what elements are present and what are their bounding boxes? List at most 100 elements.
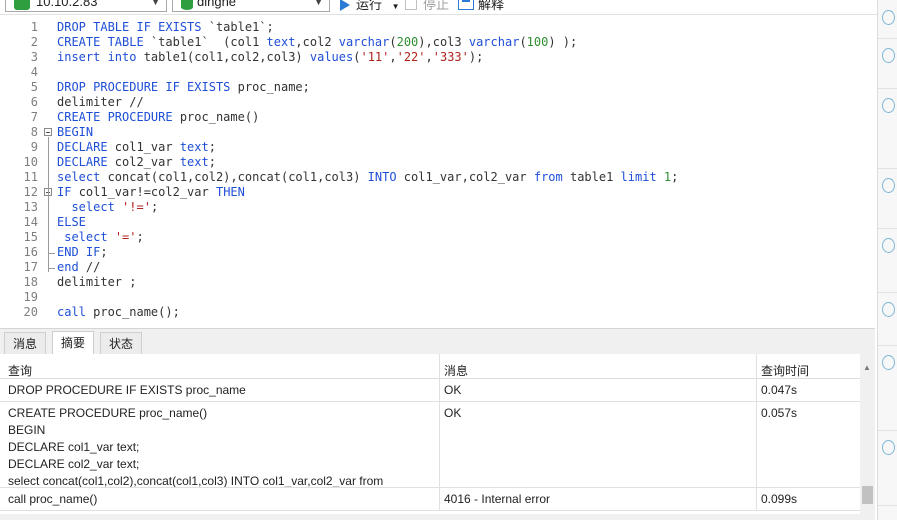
code-token: proc_name(); [93,305,180,319]
run-button[interactable]: 运行 ▼ [340,0,400,13]
code-token: text [179,140,209,154]
code-line[interactable]: 7 CREATE PROCEDURE proc_name() [0,110,875,125]
code-line[interactable]: 9 DECLARE col1_var text; [0,140,875,155]
info-icon[interactable] [882,178,895,193]
database-dropdown[interactable]: dingne ▼ [172,0,330,12]
column-divider[interactable] [756,354,757,510]
horizontal-scrollbar[interactable] [0,514,875,520]
column-divider[interactable] [439,354,440,510]
code-token: THEN [215,185,245,199]
line-number: 20 [23,305,38,319]
code-token: delimiter // [57,95,144,109]
code-token: select [71,200,123,214]
code-token: CREATE PROCEDURE [57,110,180,124]
line-number: 6 [30,95,38,109]
code-token: from [533,170,570,184]
tab-status[interactable]: 状态 [100,332,143,354]
code-line[interactable]: 20 call proc_name(); [0,305,875,320]
stop-label: 停止 [423,0,450,12]
table-row[interactable]: call proc_name() 4016 - Internal error 0… [0,488,860,511]
result-grid: 查询 消息 查询时间 DROP PROCEDURE IF EXISTS proc… [0,354,875,520]
code-token: end [57,260,86,274]
code-line[interactable]: 13 select '!='; [0,200,875,215]
code-token: values [309,50,354,64]
info-icon[interactable] [882,238,895,253]
code-token: proc_name() [179,110,260,124]
time-cell: 0.047s [761,383,798,397]
info-icon[interactable] [882,48,895,63]
query-cell: CREATE PROCEDURE proc_name() BEGIN DECLA… [8,406,384,488]
code-token: proc_name; [237,80,310,94]
code-token: ; [671,170,679,184]
code-token: CREATE TABLE [57,35,151,49]
line-number: 19 [23,290,38,304]
column-header-query[interactable]: 查询 [8,362,32,379]
fold-toggle-icon[interactable] [44,128,52,136]
connection-icon [14,0,30,10]
sql-editor[interactable]: 1 DROP TABLE IF EXISTS `table1`; 2 CREATE T… [0,15,875,327]
explain-button[interactable]: 解释 [458,0,504,13]
scroll-up-icon[interactable]: ▲ [863,363,871,372]
time-cell: 0.057s [761,406,798,420]
code-line[interactable]: 16 END IF; [0,245,875,260]
chevron-down-icon[interactable]: ▼ [392,2,400,11]
code-line[interactable]: 6 delimiter // [0,95,875,110]
code-token: `table1` (col1 [150,35,267,49]
code-line[interactable]: 18 delimiter ; [0,275,875,290]
code-line[interactable]: 5 DROP PROCEDURE IF EXISTS proc_name; [0,80,875,95]
code-line[interactable]: 10 DECLARE col2_var text; [0,155,875,170]
scrollbar-thumb[interactable] [862,486,873,504]
column-header-message[interactable]: 消息 [444,362,468,379]
message-cell: 4016 - Internal error [444,492,551,506]
info-icon[interactable] [882,440,895,455]
code-token: DECLARE [57,140,115,154]
stop-icon [405,0,417,10]
code-line[interactable]: 14 ELSE [0,215,875,230]
line-number: 7 [30,110,38,124]
code-token: insert into [57,50,144,64]
code-line[interactable]: 4 [0,65,875,80]
code-token: ,col2 [295,35,339,49]
code-token: text [179,155,209,169]
info-icon[interactable] [882,10,895,25]
code-line[interactable]: 1 DROP TABLE IF EXISTS `table1`; [0,20,875,35]
info-icon[interactable] [882,98,895,113]
vertical-scrollbar[interactable]: ▲ [860,354,875,514]
code-token: // [85,260,101,274]
code-line[interactable]: 2 CREATE TABLE `table1` (col1 text,col2 v… [0,35,875,50]
code-line[interactable]: 8 BEGIN [0,125,875,140]
code-token: , [389,50,397,64]
code-line[interactable]: 12 IF col1_var!=col2_var THEN [0,185,875,200]
line-number: 3 [30,50,38,64]
query-cell: call proc_name() [8,492,98,506]
line-number: 4 [30,65,38,79]
info-icon[interactable] [882,355,895,370]
code-token: delimiter ; [57,275,137,289]
grid-header: 查询 消息 查询时间 [0,354,860,379]
code-line[interactable]: 3 insert into table1(col1,col2,col3) valu… [0,50,875,65]
code-token: ( [389,35,397,49]
code-token: '22' [396,50,426,64]
code-text: delimiter ; [57,275,136,290]
code-token: col2_var [114,155,180,169]
code-line[interactable]: 19 [0,290,875,305]
line-number: 15 [23,230,38,244]
code-token: ; [208,155,216,169]
connection-dropdown[interactable]: 10.10.2.83 ▼ [5,0,167,12]
tab-summary[interactable]: 摘要 [52,331,95,355]
code-line[interactable]: 11 select concat(col1,col2),concat(col1,c… [0,170,875,185]
stop-button[interactable]: 停止 [405,0,449,13]
code-token: ),col3 [418,35,469,49]
code-line[interactable]: 17 end // [0,260,875,275]
code-token: table1 [569,170,621,184]
info-icon[interactable] [882,302,895,317]
line-number: 12 [23,185,38,199]
tab-messages[interactable]: 消息 [4,332,47,354]
code-token: varchar [338,35,390,49]
table-row[interactable]: CREATE PROCEDURE proc_name() BEGIN DECLA… [0,402,860,488]
code-line[interactable]: 15 select '='; [0,230,875,245]
column-header-time[interactable]: 查询时间 [761,362,809,379]
code-token: DECLARE [57,155,115,169]
table-row[interactable]: DROP PROCEDURE IF EXISTS proc_name OK 0.… [0,379,860,402]
